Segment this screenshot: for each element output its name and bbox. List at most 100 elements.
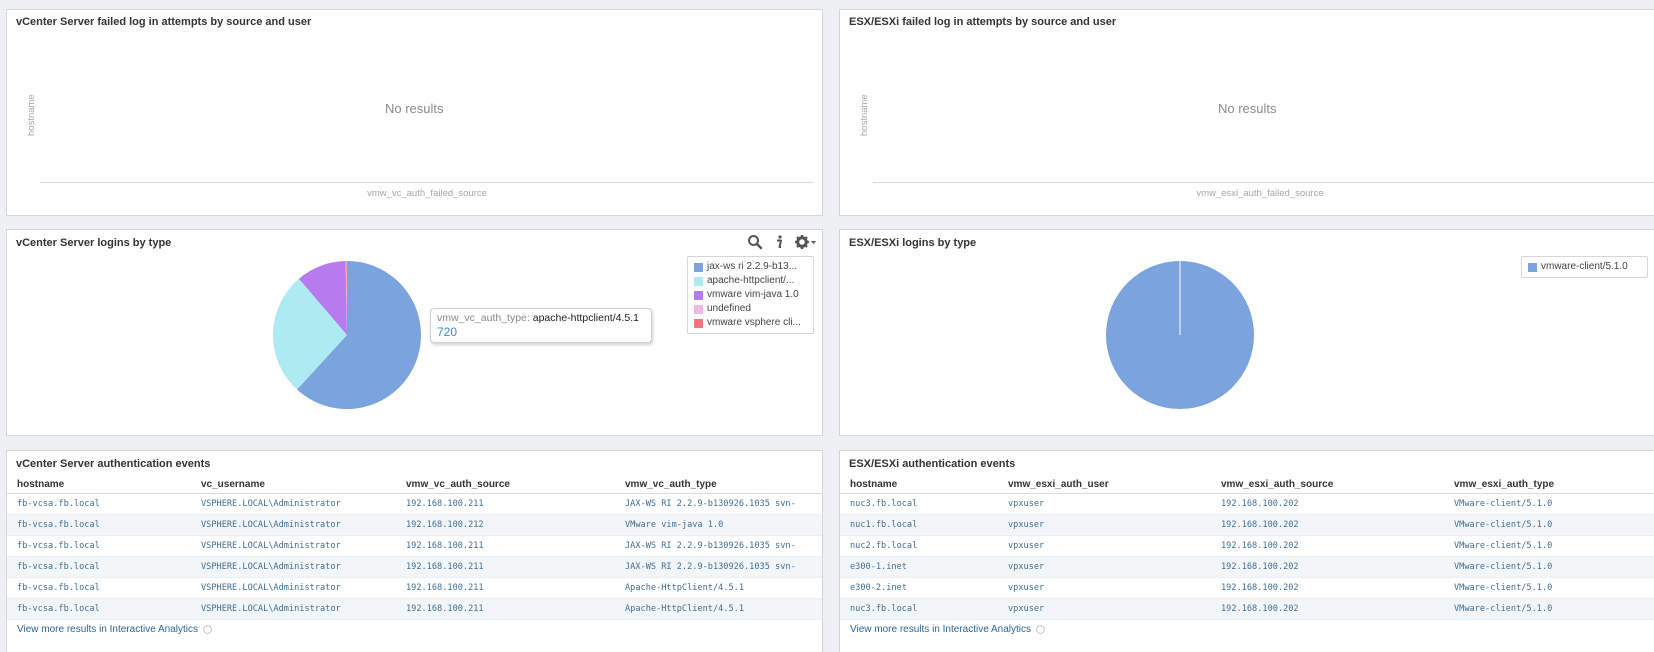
- column-header[interactable]: vmw_vc_auth_type: [615, 476, 822, 494]
- table-cell[interactable]: 192.168.100.202: [1211, 493, 1444, 515]
- column-header[interactable]: hostname: [7, 476, 191, 494]
- table-cell[interactable]: VMware-client/5.1.0: [1444, 493, 1654, 515]
- legend-label: vmware vim-java 1.0: [707, 289, 799, 300]
- search-icon[interactable]: [747, 234, 763, 250]
- table-cell[interactable]: vpxuser: [998, 598, 1211, 620]
- column-header[interactable]: vc_username: [191, 476, 396, 494]
- table-cell[interactable]: VMware-client/5.1.0: [1444, 556, 1654, 578]
- table-cell[interactable]: 192.168.100.202: [1211, 577, 1444, 599]
- table-row[interactable]: fb-vcsa.fb.local VSPHERE.LOCAL\Administra…: [7, 514, 822, 536]
- table-cell[interactable]: VMware-client/5.1.0: [1444, 598, 1654, 620]
- table-cell[interactable]: JAX-WS RI 2.2.9-b130926.1035 svn-: [615, 493, 822, 515]
- table-cell[interactable]: VMware-client/5.1.0: [1444, 577, 1654, 599]
- legend-item[interactable]: jax-ws ri 2.2.9-b13...: [694, 260, 807, 274]
- table-cell[interactable]: 192.168.100.211: [396, 577, 615, 599]
- table-row[interactable]: nuc3.fb.local vpxuser 192.168.100.202 VMwar…: [840, 493, 1654, 515]
- table-cell[interactable]: VSPHERE.LOCAL\Administrator: [191, 598, 396, 620]
- pie-tooltip: vmw_vc_auth_type: apache-httpclient/4.5.…: [430, 308, 652, 343]
- vc-events-table: hostname vc_username vmw_vc_auth_source vmw…: [7, 476, 822, 620]
- x-axis-label: vmw_vc_auth_failed_source: [367, 188, 487, 199]
- table-cell[interactable]: fb-vcsa.fb.local: [7, 556, 191, 578]
- legend-label: apache-httpclient/...: [707, 275, 795, 286]
- table-cell[interactable]: JAX-WS RI 2.2.9-b130926.1035 svn-: [615, 556, 822, 578]
- table-cell[interactable]: nuc1.fb.local: [840, 514, 998, 536]
- table-cell[interactable]: 192.168.100.211: [396, 556, 615, 578]
- legend-swatch: [694, 304, 703, 314]
- table-cell[interactable]: VSPHERE.LOCAL\Administrator: [191, 514, 396, 536]
- table-cell[interactable]: fb-vcsa.fb.local: [7, 577, 191, 599]
- table-cell[interactable]: fb-vcsa.fb.local: [7, 493, 191, 515]
- table-row[interactable]: e300-1.inet vpxuser 192.168.100.202 VMware-…: [840, 556, 1654, 578]
- table-row[interactable]: fb-vcsa.fb.local VSPHERE.LOCAL\Administra…: [7, 556, 822, 578]
- table-row[interactable]: nuc2.fb.local vpxuser 192.168.100.202 VMwar…: [840, 535, 1654, 557]
- table-cell[interactable]: 192.168.100.212: [396, 514, 615, 536]
- table-cell[interactable]: 192.168.100.211: [396, 598, 615, 620]
- info-icon[interactable]: [771, 234, 787, 250]
- table-cell[interactable]: 192.168.100.211: [396, 493, 615, 515]
- column-header[interactable]: vmw_vc_auth_source: [396, 476, 615, 494]
- table-cell[interactable]: nuc3.fb.local: [840, 598, 998, 620]
- y-axis-label: hostname: [859, 94, 870, 136]
- table-row[interactable]: fb-vcsa.fb.local VSPHERE.LOCAL\Administra…: [7, 535, 822, 557]
- table-cell[interactable]: vpxuser: [998, 535, 1211, 557]
- table-row[interactable]: e300-2.inet vpxuser 192.168.100.202 VMware-…: [840, 577, 1654, 599]
- table-cell[interactable]: 192.168.100.202: [1211, 598, 1444, 620]
- legend-swatch: [694, 276, 703, 286]
- table-cell[interactable]: fb-vcsa.fb.local: [7, 514, 191, 536]
- table-cell[interactable]: 192.168.100.202: [1211, 514, 1444, 536]
- legend-label: vmware-client/5.1.0: [1541, 261, 1628, 272]
- table-cell[interactable]: vpxuser: [998, 556, 1211, 578]
- legend-item[interactable]: vmware vim-java 1.0: [694, 288, 807, 302]
- tooltip-value: apache-httpclient/4.5.1: [532, 312, 639, 324]
- table-row[interactable]: fb-vcsa.fb.local VSPHERE.LOCAL\Administra…: [7, 598, 822, 620]
- table-cell[interactable]: e300-1.inet: [840, 556, 998, 578]
- table-row[interactable]: nuc1.fb.local vpxuser 192.168.100.202 VMwar…: [840, 514, 1654, 536]
- view-more-link[interactable]: View more results in Interactive Analyti…: [17, 624, 213, 635]
- table-cell[interactable]: 192.168.100.211: [396, 535, 615, 557]
- table-cell[interactable]: vpxuser: [998, 493, 1211, 515]
- table-cell[interactable]: VMware vim-java 1.0: [615, 514, 822, 536]
- table-row[interactable]: nuc3.fb.local vpxuser 192.168.100.202 VMwar…: [840, 598, 1654, 620]
- legend-item[interactable]: undefined: [694, 302, 807, 316]
- esx-logins-pie-chart[interactable]: [1095, 250, 1265, 420]
- column-header[interactable]: vmw_esxi_auth_type: [1444, 476, 1654, 494]
- vc-logins-pie-chart[interactable]: [262, 250, 432, 420]
- table-cell[interactable]: nuc2.fb.local: [840, 535, 998, 557]
- legend-swatch: [694, 262, 703, 272]
- table-cell[interactable]: fb-vcsa.fb.local: [7, 598, 191, 620]
- y-axis-label: hostname: [26, 94, 37, 136]
- table-cell[interactable]: 192.168.100.202: [1211, 535, 1444, 557]
- table-cell[interactable]: VSPHERE.LOCAL\Administrator: [191, 556, 396, 578]
- table-cell[interactable]: fb-vcsa.fb.local: [7, 535, 191, 557]
- table-cell[interactable]: vpxuser: [998, 514, 1211, 536]
- table-cell[interactable]: e300-2.inet: [840, 577, 998, 599]
- legend-swatch: [694, 318, 703, 328]
- legend-item[interactable]: apache-httpclient/...: [694, 274, 807, 288]
- table-row[interactable]: fb-vcsa.fb.local VSPHERE.LOCAL\Administra…: [7, 493, 822, 515]
- panel-title: vCenter Server failed log in attempts by…: [16, 16, 312, 28]
- legend-label: vmware vsphere cli...: [707, 317, 801, 328]
- legend-item[interactable]: vmware-client/5.1.0: [1528, 260, 1641, 274]
- table-cell[interactable]: 192.168.100.202: [1211, 556, 1444, 578]
- column-header[interactable]: vmw_esxi_auth_source: [1211, 476, 1444, 494]
- legend-item[interactable]: vmware vsphere cli...: [694, 316, 807, 330]
- table-cell[interactable]: VSPHERE.LOCAL\Administrator: [191, 577, 396, 599]
- column-header[interactable]: vmw_esxi_auth_user: [998, 476, 1211, 494]
- table-cell[interactable]: JAX-WS RI 2.2.9-b130926.1035 svn-: [615, 535, 822, 557]
- table-cell[interactable]: VMware-client/5.1.0: [1444, 535, 1654, 557]
- panel-title: vCenter Server logins by type: [16, 237, 172, 249]
- table-cell[interactable]: Apache-HttpClient/4.5.1: [615, 577, 822, 599]
- esx-failed-panel: ESX/ESXi failed log in attempts by sourc…: [839, 9, 1654, 216]
- legend-swatch: [694, 290, 703, 300]
- view-more-link[interactable]: View more results in Interactive Analyti…: [850, 624, 1046, 635]
- table-cell[interactable]: Apache-HttpClient/4.5.1: [615, 598, 822, 620]
- table-cell[interactable]: VSPHERE.LOCAL\Administrator: [191, 493, 396, 515]
- x-axis: [873, 182, 1654, 183]
- table-cell[interactable]: vpxuser: [998, 577, 1211, 599]
- table-cell[interactable]: nuc3.fb.local: [840, 493, 998, 515]
- gear-icon[interactable]: [795, 234, 817, 250]
- table-row[interactable]: fb-vcsa.fb.local VSPHERE.LOCAL\Administra…: [7, 577, 822, 599]
- column-header[interactable]: hostname: [840, 476, 998, 494]
- table-cell[interactable]: VSPHERE.LOCAL\Administrator: [191, 535, 396, 557]
- table-cell[interactable]: VMware-client/5.1.0: [1444, 514, 1654, 536]
